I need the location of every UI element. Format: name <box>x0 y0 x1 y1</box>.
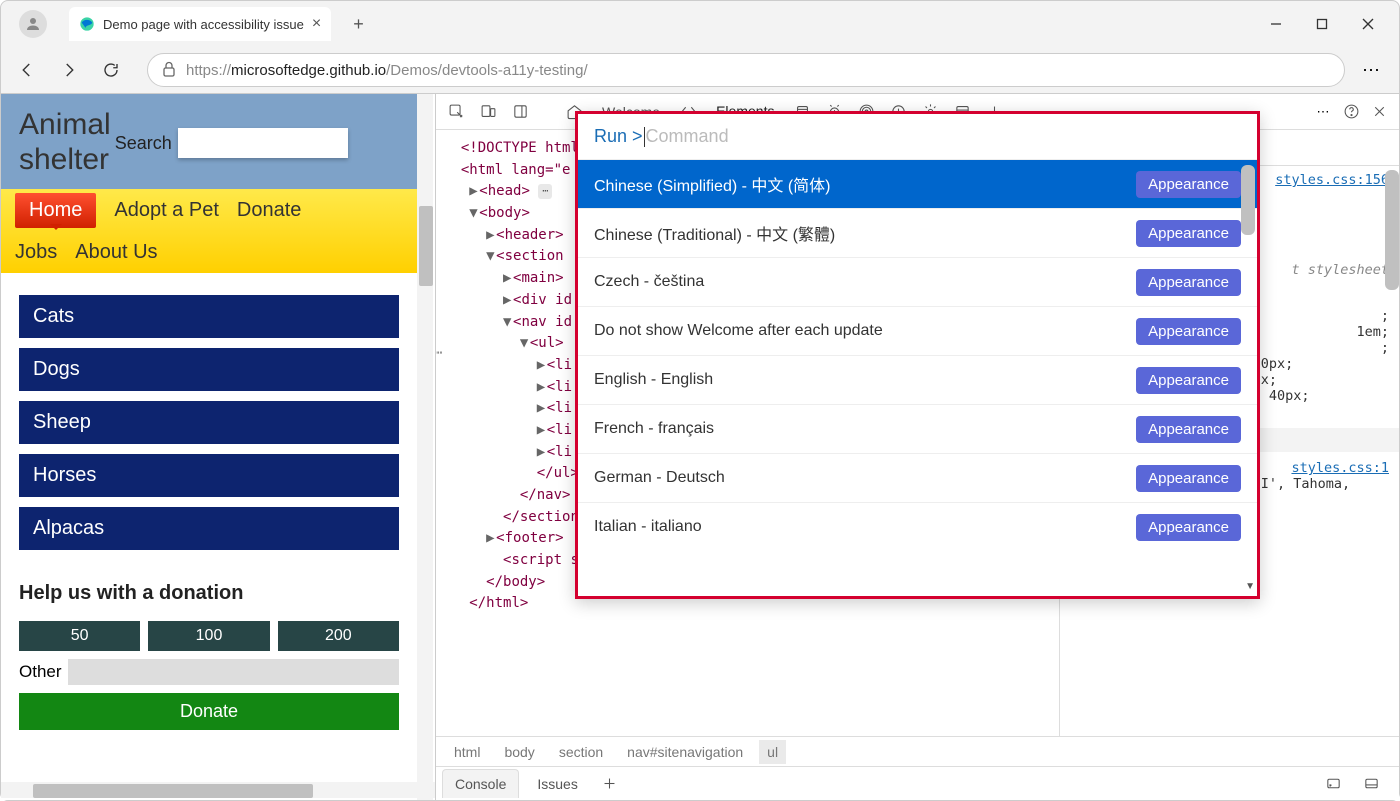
other-label: Other <box>19 662 62 682</box>
inspect-icon[interactable] <box>442 98 470 126</box>
crumb-html[interactable]: html <box>446 740 488 764</box>
tab-title: Demo page with accessibility issue <box>103 17 304 32</box>
crumb-section[interactable]: section <box>551 740 611 764</box>
dt-help-icon[interactable] <box>1337 98 1365 126</box>
donate-100[interactable]: 100 <box>148 621 269 651</box>
search-input[interactable] <box>178 128 348 158</box>
sidenav-sheep[interactable]: Sheep <box>19 401 399 444</box>
url-text: https://microsoftedge.github.io/Demos/de… <box>186 62 588 79</box>
cmd-item-3[interactable]: Do not show Welcome after each updateApp… <box>578 306 1257 355</box>
nav-home[interactable]: Home <box>15 193 96 228</box>
donate-200[interactable]: 200 <box>278 621 399 651</box>
cmd-item-6[interactable]: German - DeutschAppearance <box>578 453 1257 502</box>
nav-jobs[interactable]: Jobs <box>15 241 57 264</box>
back-button[interactable] <box>9 52 45 88</box>
edge-favicon-icon <box>79 16 95 32</box>
navbar: https://microsoftedge.github.io/Demos/de… <box>1 47 1399 93</box>
cmd-item-2[interactable]: Czech - češtinaAppearance <box>578 257 1257 306</box>
lock-icon <box>162 61 176 80</box>
command-menu: Run > Command Chinese (Simplified) - 中文 … <box>575 111 1260 599</box>
cmd-scroll-thumb[interactable] <box>1241 165 1255 235</box>
drawer: Console Issues <box>436 766 1399 800</box>
page-scrollbar-v[interactable] <box>417 94 433 800</box>
close-window-button[interactable] <box>1345 8 1391 40</box>
crumb-nav[interactable]: nav#sitenavigation <box>619 740 751 764</box>
styles-link-1[interactable]: styles.css:156 <box>1275 172 1389 188</box>
cmd-scroll-down-icon[interactable]: ▼ <box>1245 581 1255 592</box>
browser-more-button[interactable]: ⋯ <box>1351 52 1391 88</box>
sidenav-horses[interactable]: Horses <box>19 454 399 497</box>
cmd-item-1[interactable]: Chinese (Traditional) - 中文 (繁體)Appearanc… <box>578 208 1257 257</box>
refresh-button[interactable] <box>93 52 129 88</box>
minimize-button[interactable] <box>1253 8 1299 40</box>
page-content: Animalshelter Search Home Adopt a Pet Do… <box>1 94 435 800</box>
drawer-dock-icon[interactable] <box>1357 770 1385 798</box>
cmd-item-0[interactable]: Chinese (Simplified) - 中文 (简体)Appearance <box>578 159 1257 208</box>
titlebar: Demo page with accessibility issue × + <box>1 1 1399 47</box>
donate-button[interactable]: Donate <box>19 693 399 730</box>
tab-close-icon[interactable]: × <box>312 15 321 33</box>
styles-scroll-thumb[interactable] <box>1385 170 1399 290</box>
forward-button[interactable] <box>51 52 87 88</box>
styles-link-2[interactable]: styles.css:1 <box>1291 460 1389 476</box>
drawer-add-icon[interactable] <box>596 770 624 798</box>
breadcrumb-bar: html body section nav#sitenavigation ul <box>436 736 1399 766</box>
nav-adopt[interactable]: Adopt a Pet <box>114 199 219 222</box>
device-toggle-icon[interactable] <box>474 98 502 126</box>
profile-avatar[interactable] <box>19 10 47 38</box>
cmd-item-5[interactable]: French - françaisAppearance <box>578 404 1257 453</box>
page-scroll-thumb-v[interactable] <box>419 206 433 286</box>
crumb-ul[interactable]: ul <box>759 740 786 764</box>
site-logo: Animalshelter <box>19 108 111 177</box>
drawer-expand-icon[interactable] <box>1319 770 1347 798</box>
crumb-body[interactable]: body <box>496 740 542 764</box>
drawer-console-tab[interactable]: Console <box>442 769 519 798</box>
drawer-issues-tab[interactable]: Issues <box>525 770 589 798</box>
dt-more-icon[interactable]: ⋯ <box>1309 98 1337 126</box>
new-tab-button[interactable]: + <box>345 10 372 39</box>
dt-close-icon[interactable] <box>1365 98 1393 126</box>
nav-about[interactable]: About Us <box>75 241 157 264</box>
maximize-button[interactable] <box>1299 8 1345 40</box>
cmd-item-7[interactable]: Italian - italianoAppearance <box>578 502 1257 551</box>
donation-heading: Help us with a donation <box>19 582 399 605</box>
cmd-item-4[interactable]: English - EnglishAppearance <box>578 355 1257 404</box>
command-input[interactable]: Run > Command <box>578 114 1257 159</box>
sidenav-dogs[interactable]: Dogs <box>19 348 399 391</box>
page-scroll-thumb-h[interactable] <box>33 784 313 798</box>
search-label: Search <box>115 133 172 154</box>
donate-50[interactable]: 50 <box>19 621 140 651</box>
gutter-dots-icon: ⋯ <box>436 345 441 361</box>
other-amount-input[interactable] <box>68 659 399 685</box>
nav-donate[interactable]: Donate <box>237 199 302 222</box>
sidenav-alpacas[interactable]: Alpacas <box>19 507 399 550</box>
browser-tab[interactable]: Demo page with accessibility issue × <box>69 7 331 41</box>
dock-icon[interactable] <box>506 98 534 126</box>
address-bar[interactable]: https://microsoftedge.github.io/Demos/de… <box>147 53 1345 87</box>
sidenav-cats[interactable]: Cats <box>19 295 399 338</box>
